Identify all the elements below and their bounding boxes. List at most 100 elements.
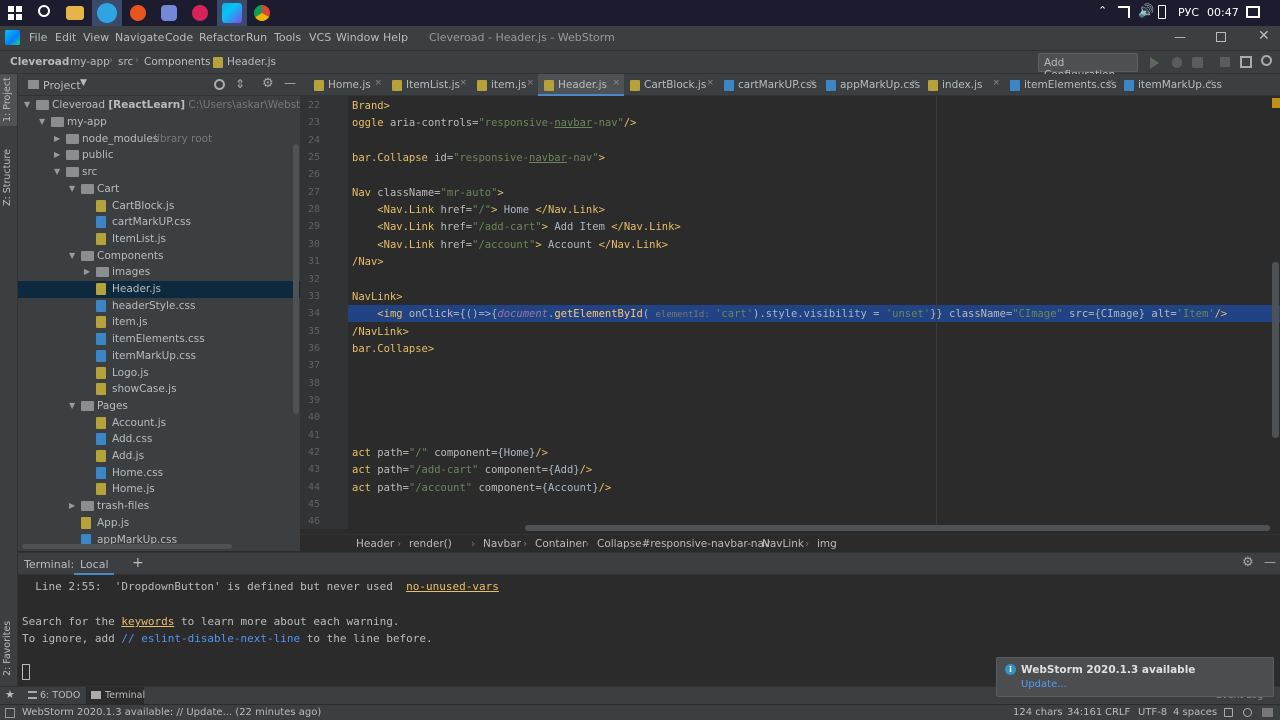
- code-line[interactable]: act path="/account" component={Account}/…: [352, 482, 611, 494]
- close-tab-icon[interactable]: ×: [808, 78, 816, 88]
- line-number[interactable]: 31: [300, 256, 320, 267]
- close-tab-icon[interactable]: ×: [910, 78, 918, 88]
- code-line[interactable]: bar.Collapse>: [352, 343, 434, 355]
- line-number[interactable]: 38: [300, 378, 320, 389]
- tree-item-home-css[interactable]: Home.css: [18, 465, 300, 482]
- close-button[interactable]: ✕: [1258, 28, 1270, 44]
- editor-tab-header-js[interactable]: Header.js ×: [538, 74, 624, 96]
- breadcrumb-5[interactable]: NavLink: [762, 538, 804, 550]
- search-everywhere-icon[interactable]: [1261, 55, 1272, 66]
- line-number[interactable]: 39: [300, 395, 320, 406]
- editor-tab-item-js[interactable]: item.js ×: [471, 74, 538, 96]
- collapse-all-icon[interactable]: ⇕: [235, 77, 245, 91]
- run-icon[interactable]: [1150, 57, 1159, 69]
- tree-item-itemmarkup-css[interactable]: itemMarkUp.css: [18, 348, 300, 365]
- close-tab-icon[interactable]: ×: [612, 78, 620, 88]
- breadcrumb-0[interactable]: Header: [356, 538, 394, 550]
- menu-window[interactable]: Window: [336, 31, 379, 44]
- tree-item-app-js[interactable]: App.js: [18, 515, 300, 532]
- tree-item-pages[interactable]: ▼ Pages: [18, 398, 300, 415]
- tree-item-components[interactable]: ▼ Components: [18, 248, 300, 265]
- expand-arrow-icon[interactable]: ▶: [54, 150, 60, 159]
- warning-marker[interactable]: [1272, 98, 1280, 108]
- line-number[interactable]: 36: [300, 343, 320, 354]
- minimize-button[interactable]: —: [1174, 30, 1186, 44]
- line-number[interactable]: 43: [300, 464, 320, 475]
- breadcrumb-6[interactable]: img: [817, 538, 837, 550]
- editor-tab-cartmarkup-css[interactable]: cartMarkUP.css ×: [718, 74, 820, 96]
- menu-edit[interactable]: Edit: [55, 31, 76, 44]
- tree-item-add-js[interactable]: Add.js: [18, 448, 300, 465]
- line-number[interactable]: 22: [300, 100, 320, 111]
- code-line[interactable]: /Nav>: [352, 256, 384, 268]
- close-tab-icon[interactable]: ×: [526, 78, 534, 88]
- editor-tab-itemelements-css[interactable]: itemElements.css ×: [1004, 74, 1118, 96]
- code-line[interactable]: bar.Collapse id="responsive-navbar-nav">: [352, 152, 605, 164]
- line-number[interactable]: 30: [300, 239, 320, 250]
- debug-icon[interactable]: [1172, 57, 1182, 68]
- maximize-button[interactable]: [1216, 32, 1226, 42]
- code-line[interactable]: <Nav.Link href="/account"> Account </Nav…: [352, 239, 668, 251]
- menu-code[interactable]: Code: [165, 31, 193, 44]
- project-panel-title[interactable]: Project: [43, 79, 81, 92]
- tree-item-src[interactable]: ▼ src: [18, 164, 300, 181]
- close-tab-icon[interactable]: ×: [374, 78, 382, 88]
- terminal-tab-local[interactable]: Local: [74, 553, 114, 575]
- line-number[interactable]: 37: [300, 360, 320, 371]
- nav-crumb-2[interactable]: src: [118, 56, 133, 68]
- breadcrumb-1[interactable]: render(): [409, 538, 452, 550]
- favorites-star-icon[interactable]: ★: [5, 688, 15, 701]
- collapse-arrow-icon[interactable]: ▼: [69, 401, 75, 410]
- no-unused-vars-link[interactable]: no-unused-vars: [406, 580, 499, 593]
- todo-tab[interactable]: 6: TODO: [26, 687, 82, 704]
- memory-icon[interactable]: [1262, 708, 1273, 717]
- menu-help[interactable]: Help: [383, 31, 408, 44]
- tree-item-my-app[interactable]: ▼ my-app: [18, 114, 300, 131]
- line-number[interactable]: 25: [300, 152, 320, 163]
- status-indent[interactable]: 4 spaces: [1173, 707, 1217, 718]
- tree-item-trash-files[interactable]: ▶ trash-files: [18, 498, 300, 515]
- menu-run[interactable]: Run: [246, 31, 267, 44]
- expand-arrow-icon[interactable]: ▶: [84, 267, 90, 276]
- tree-item-cartmarkup-css[interactable]: cartMarkUP.css: [18, 214, 300, 231]
- keywords-link[interactable]: keywords: [121, 615, 174, 628]
- volume-icon[interactable]: 🔊: [1138, 4, 1154, 19]
- code-line[interactable]: <img onClick={()=>{document.getElementBy…: [352, 308, 1227, 320]
- code-line[interactable]: <Nav.Link href="/"> Home </Nav.Link>: [352, 204, 605, 216]
- line-number[interactable]: 41: [300, 430, 320, 441]
- lock-icon[interactable]: [1224, 708, 1233, 717]
- explorer-icon[interactable]: [66, 6, 84, 20]
- status-line-separator[interactable]: CRLF: [1105, 707, 1130, 718]
- collapse-arrow-icon[interactable]: ▼: [69, 184, 75, 193]
- menu-tools[interactable]: Tools: [274, 31, 301, 44]
- code-line[interactable]: Nav className="mr-auto">: [352, 187, 504, 199]
- line-number[interactable]: 33: [300, 291, 320, 302]
- inspector-icon[interactable]: [1243, 708, 1252, 717]
- editor-tab-itemlist-js[interactable]: ItemList.js ×: [386, 74, 471, 96]
- project-horizontal-scroll-thumb[interactable]: [22, 544, 232, 549]
- close-tab-icon[interactable]: ×: [706, 78, 714, 88]
- nav-crumb-4[interactable]: Header.js: [227, 56, 276, 68]
- tree-item-account-js[interactable]: Account.js: [18, 415, 300, 432]
- discord-icon[interactable]: [161, 5, 177, 21]
- tree-item-header-js[interactable]: Header.js: [18, 281, 300, 298]
- tree-item-showcase-js[interactable]: showCase.js: [18, 381, 300, 398]
- expand-arrow-icon[interactable]: ▶: [54, 134, 60, 143]
- line-number[interactable]: 46: [300, 516, 320, 527]
- code-line[interactable]: <Nav.Link href="/add-cart"> Add Item </N…: [352, 221, 680, 233]
- new-terminal-icon[interactable]: +: [132, 555, 144, 571]
- collapse-arrow-icon[interactable]: ▼: [54, 167, 60, 176]
- update-notification[interactable]: i WebStorm 2020.1.3 available Update...: [996, 657, 1274, 697]
- tree-item-cartblock-js[interactable]: CartBlock.js: [18, 198, 300, 215]
- line-number[interactable]: 45: [300, 499, 320, 510]
- close-tab-icon[interactable]: ×: [1206, 78, 1214, 88]
- editor-vertical-scroll-thumb[interactable]: [1272, 262, 1279, 438]
- view-dropdown-icon[interactable]: ▼: [80, 78, 87, 88]
- expand-arrow-icon[interactable]: ▶: [69, 501, 75, 510]
- terminal-tool-tab[interactable]: Terminal: [86, 687, 145, 704]
- menu-view[interactable]: View: [83, 31, 109, 44]
- line-number[interactable]: 34: [300, 308, 320, 319]
- line-number[interactable]: 28: [300, 204, 320, 215]
- terminal-cursor[interactable]: [22, 664, 30, 680]
- code-line[interactable]: act path="/add-cart" component={Add}/>: [352, 464, 592, 476]
